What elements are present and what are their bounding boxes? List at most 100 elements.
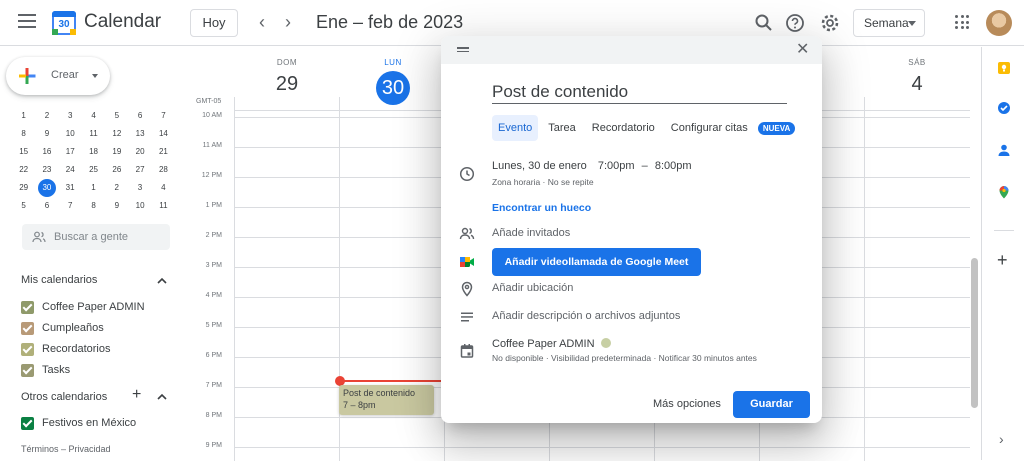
mini-calendar-day[interactable]: 27 (128, 161, 151, 179)
get-addons-plus-icon[interactable]: + (997, 251, 1008, 269)
close-icon[interactable]: ✕ (796, 42, 809, 58)
add-description-field[interactable]: Añadir descripción o archivos adjuntos (492, 310, 680, 322)
calendar-list-item[interactable]: Recordatorios (21, 341, 110, 357)
add-meet-button[interactable]: Añadir videollamada de Google Meet (492, 248, 701, 276)
day-header-sat[interactable]: SÁB 4 (892, 58, 942, 96)
avatar[interactable] (986, 10, 1012, 36)
mini-calendar-day[interactable]: 4 (82, 107, 105, 125)
calendar-list-item[interactable]: Cumpleaños (21, 320, 104, 336)
mini-calendar-day[interactable]: 9 (35, 125, 58, 143)
mini-calendar-day[interactable]: 2 (105, 179, 128, 197)
create-button[interactable]: Crear (6, 57, 110, 95)
mini-calendar-day[interactable]: 16 (35, 143, 58, 161)
calendar-selector[interactable]: Coffee Paper ADMIN (492, 338, 611, 350)
scrollbar[interactable] (971, 258, 978, 408)
event-end-time[interactable]: 8:00pm (655, 160, 692, 172)
event-chip[interactable]: Post de contenido 7 – 8pm (339, 385, 434, 415)
mini-calendar-day[interactable]: 14 (152, 125, 175, 143)
tab-event[interactable]: Evento (492, 115, 539, 141)
day-header-mon[interactable]: LUN 30 (368, 58, 418, 105)
mini-calendar-day[interactable]: 6 (35, 197, 58, 215)
mini-calendar-day[interactable]: 7 (152, 107, 175, 125)
tasks-icon[interactable] (997, 101, 1011, 115)
help-icon[interactable] (784, 12, 806, 34)
mini-calendar-day[interactable]: 17 (59, 143, 82, 161)
add-location-field[interactable]: Añadir ubicación (492, 282, 573, 294)
add-guests-field[interactable]: Añade invitados (492, 227, 570, 239)
mini-calendar-day[interactable]: 11 (152, 197, 175, 215)
mini-calendar-day[interactable]: 24 (59, 161, 82, 179)
chevron-up-icon[interactable] (157, 392, 167, 402)
mini-calendar-day[interactable]: 10 (59, 125, 82, 143)
my-calendars-title[interactable]: Mis calendarios (21, 274, 97, 286)
contacts-icon[interactable] (997, 143, 1011, 157)
find-time-link[interactable]: Encontrar un hueco (492, 202, 591, 214)
save-button[interactable]: Guardar (733, 391, 810, 418)
mini-calendar-day[interactable]: 20 (128, 143, 151, 161)
mini-calendar-day[interactable]: 13 (128, 125, 151, 143)
mini-calendar-day[interactable]: 8 (82, 197, 105, 215)
search-people-input[interactable]: Buscar a gente (22, 224, 170, 250)
calendar-list-item[interactable]: Festivos en México (21, 415, 136, 431)
mini-calendar-day[interactable]: 23 (35, 161, 58, 179)
tab-reminder[interactable]: Recordatorio (586, 115, 661, 141)
mini-calendar-day[interactable]: 1 (12, 107, 35, 125)
mini-calendar-day[interactable]: 12 (105, 125, 128, 143)
calendar-list-item[interactable]: Coffee Paper ADMIN (21, 299, 145, 315)
chevron-right-icon[interactable]: › (999, 431, 1004, 447)
day-header-sun[interactable]: DOM 29 (262, 58, 312, 96)
search-icon[interactable] (753, 12, 775, 34)
main-menu-icon[interactable] (18, 14, 36, 28)
calendar-logo-icon[interactable]: 30 (52, 11, 76, 35)
mini-calendar-day[interactable]: 25 (82, 161, 105, 179)
checkbox-checked-icon[interactable] (21, 342, 34, 356)
mini-calendar-day[interactable]: 18 (82, 143, 105, 161)
keep-icon[interactable] (997, 61, 1011, 75)
event-title-input[interactable] (492, 80, 787, 104)
mini-calendar-day[interactable]: 5 (105, 107, 128, 125)
mini-calendar-day[interactable]: 28 (152, 161, 175, 179)
drag-handle-icon[interactable] (457, 47, 469, 53)
view-selector[interactable]: Semana (853, 9, 925, 37)
availability-visibility-text[interactable]: No disponible · Visibilidad predetermina… (492, 353, 757, 363)
event-start-time[interactable]: 7:00pm (598, 160, 635, 172)
mini-calendar-day[interactable]: 9 (105, 197, 128, 215)
calendar-list-item[interactable]: Tasks (21, 362, 70, 378)
dialog-drag-bar[interactable]: ✕ (441, 36, 822, 64)
mini-calendar-day[interactable]: 15 (12, 143, 35, 161)
add-calendar-plus-icon[interactable]: + (132, 387, 141, 403)
mini-calendar-day[interactable]: 11 (82, 125, 105, 143)
mini-calendar-day[interactable]: 10 (128, 197, 151, 215)
mini-calendar-day[interactable]: 2 (35, 107, 58, 125)
mini-calendar-day[interactable]: 22 (12, 161, 35, 179)
tab-task[interactable]: Tarea (542, 115, 582, 141)
mini-calendar-day[interactable]: 4 (152, 179, 175, 197)
mini-calendar-day[interactable]: 5 (12, 197, 35, 215)
maps-icon[interactable] (997, 185, 1011, 199)
checkbox-checked-icon[interactable] (21, 300, 34, 314)
mini-calendar-day[interactable]: 7 (59, 197, 82, 215)
mini-calendar-day[interactable]: 30 (37, 179, 56, 197)
mini-calendar-day[interactable]: 1 (82, 179, 105, 197)
mini-calendar-day[interactable]: 3 (128, 179, 151, 197)
footer-links[interactable]: Términos – Privacidad (21, 444, 111, 454)
mini-calendar-day[interactable]: 31 (58, 179, 81, 197)
mini-calendar-day[interactable]: 3 (59, 107, 82, 125)
more-options-button[interactable]: Más opciones (653, 398, 721, 410)
settings-gear-icon[interactable] (819, 12, 841, 34)
checkbox-checked-icon[interactable] (21, 416, 34, 430)
mini-calendar-day[interactable]: 6 (128, 107, 151, 125)
mini-calendar-day[interactable]: 26 (105, 161, 128, 179)
mini-calendar-day[interactable]: 21 (152, 143, 175, 161)
other-calendars-title[interactable]: Otros calendarios (21, 391, 107, 403)
mini-calendar-day[interactable]: 29 (12, 179, 35, 197)
checkbox-checked-icon[interactable] (21, 321, 34, 335)
checkbox-checked-icon[interactable] (21, 363, 34, 377)
event-date[interactable]: Lunes, 30 de enero (492, 160, 587, 172)
tab-appointments[interactable]: Configurar citas (665, 115, 754, 141)
next-period-icon[interactable]: › (285, 12, 291, 33)
previous-period-icon[interactable]: ‹ (259, 12, 265, 33)
mini-calendar-day[interactable]: 19 (105, 143, 128, 161)
timezone-repeat-text[interactable]: Zona horaria · No se repite (492, 177, 594, 187)
chevron-up-icon[interactable] (157, 276, 167, 286)
